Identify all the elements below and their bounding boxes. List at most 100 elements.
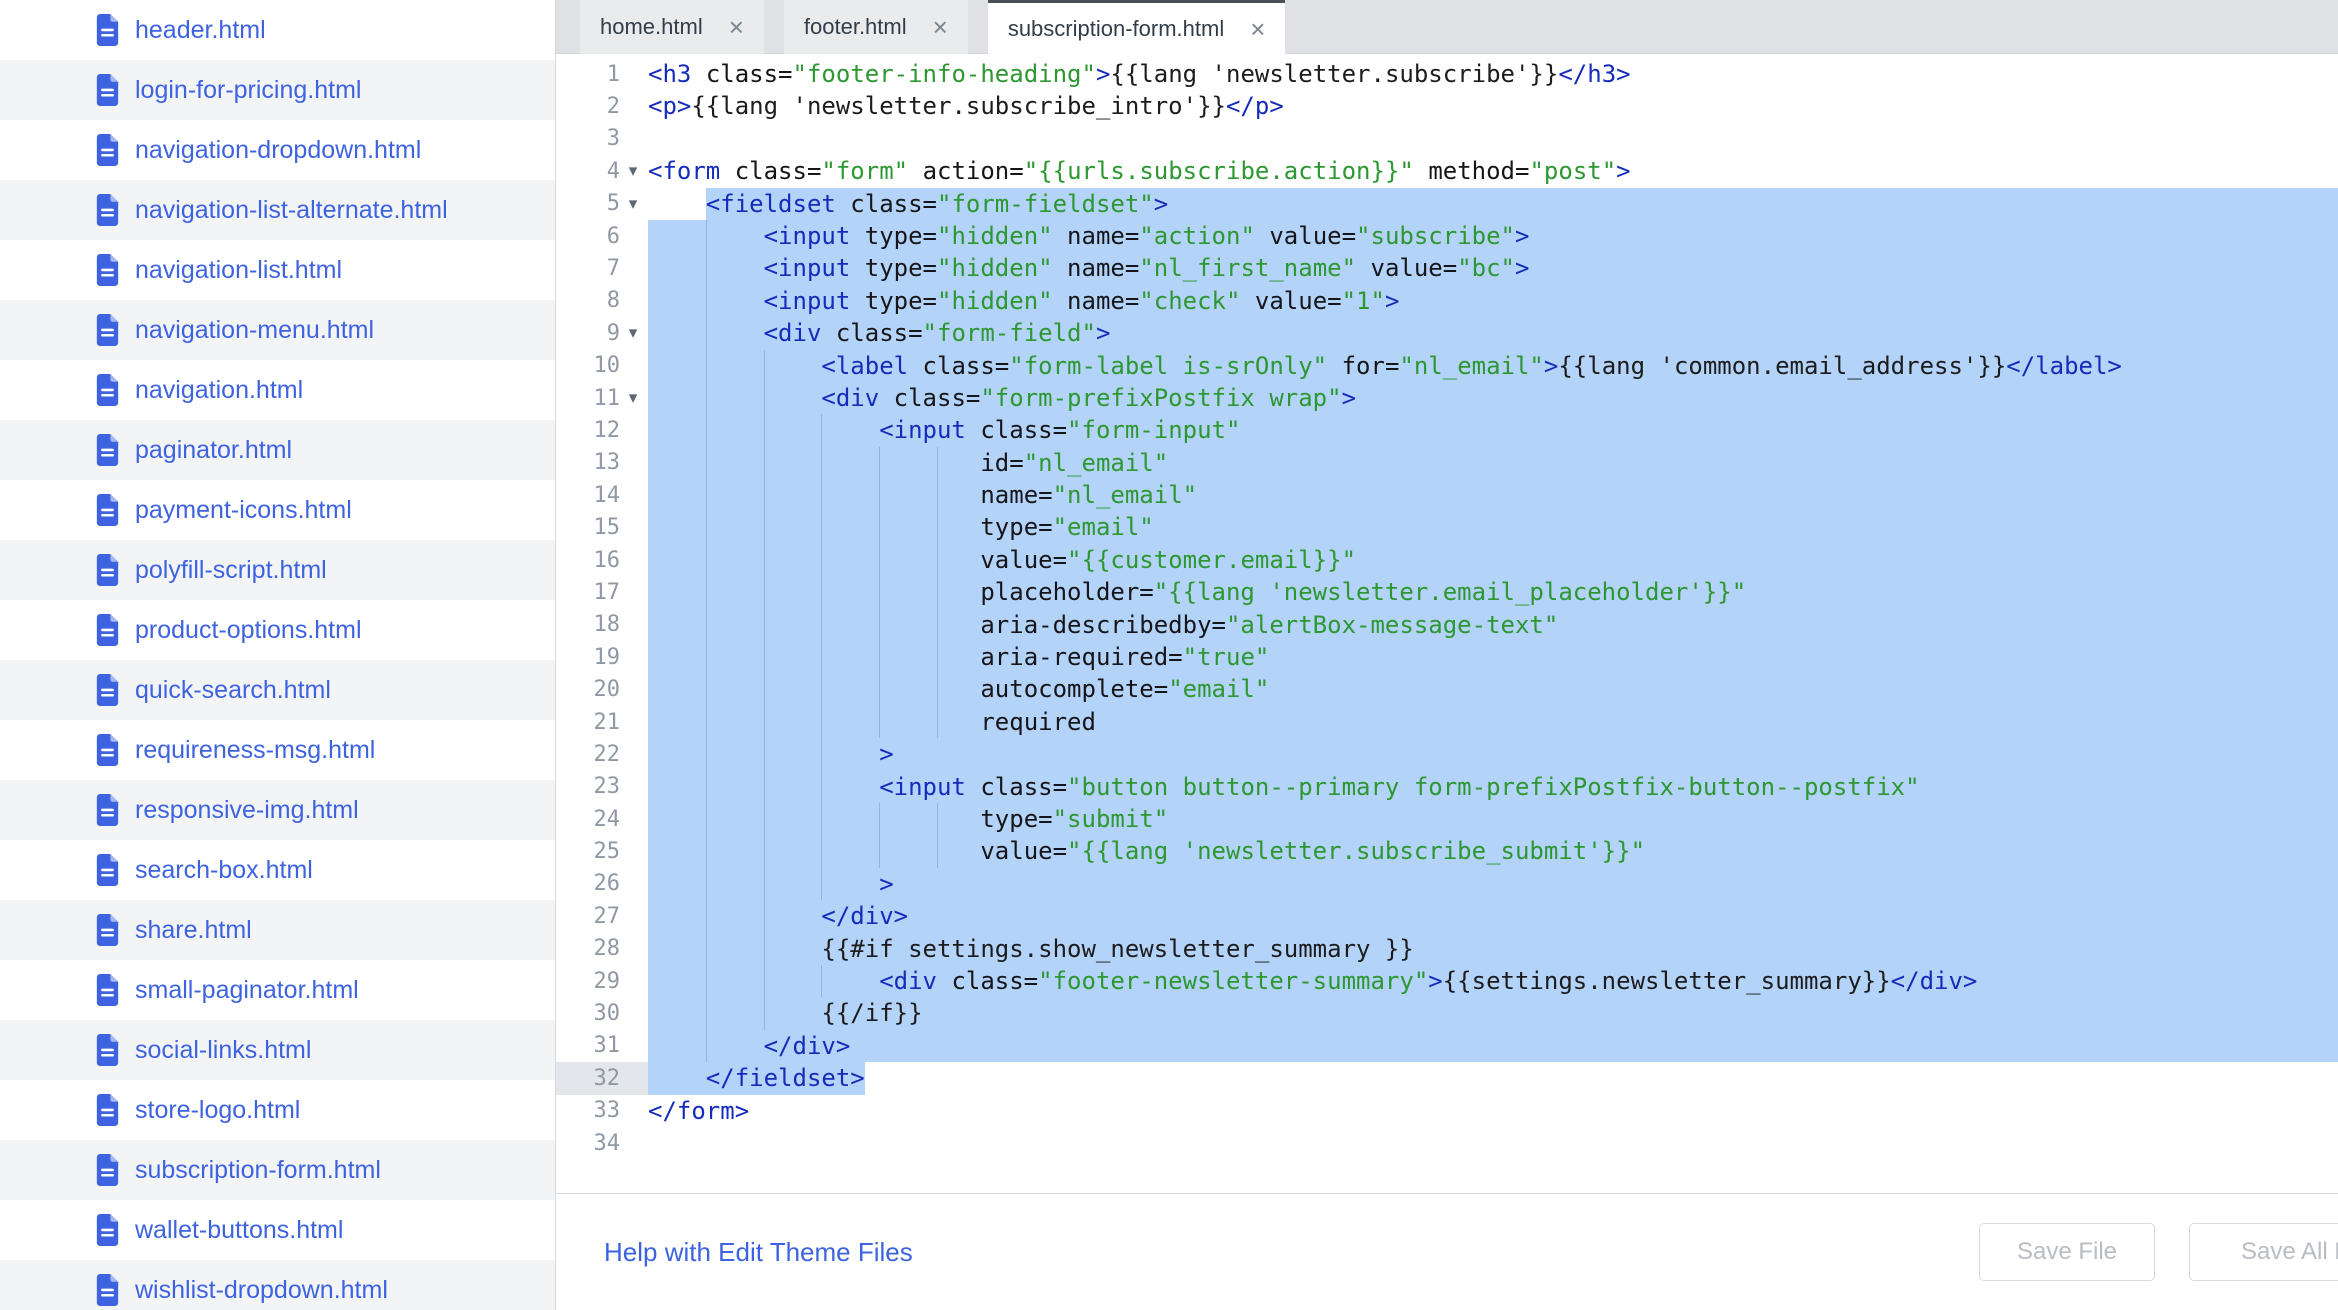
code-line-5[interactable]: <fieldset class="form-fieldset"> xyxy=(648,188,2338,220)
sidebar-file-payment-icons[interactable]: payment-icons.html xyxy=(0,480,555,540)
sidebar-file-login-for-pricing[interactable]: login-for-pricing.html xyxy=(0,60,555,120)
sidebar-file-wishlist-dropdown[interactable]: wishlist-dropdown.html xyxy=(0,1260,555,1310)
code-line-1[interactable]: <h3 class="footer-info-heading">{{lang '… xyxy=(648,58,2338,90)
sidebar-file-wallet-buttons[interactable]: wallet-buttons.html xyxy=(0,1200,555,1260)
code-line-20[interactable]: autocomplete="email" xyxy=(648,673,2338,705)
sidebar-file-quick-search[interactable]: quick-search.html xyxy=(0,660,555,720)
gutter-line-12[interactable]: 12 xyxy=(556,414,648,446)
sidebar-file-navigation-list-alternate[interactable]: navigation-list-alternate.html xyxy=(0,180,555,240)
fold-arrow-icon[interactable]: ▾ xyxy=(620,323,646,343)
gutter-line-3[interactable]: 3 xyxy=(556,123,648,155)
code-line-11[interactable]: <div class="form-prefixPostfix wrap"> xyxy=(648,382,2338,414)
code-line-12[interactable]: <input class="form-input" xyxy=(648,414,2338,446)
code-line-2[interactable]: <p>{{lang 'newsletter.subscribe_intro'}}… xyxy=(648,90,2338,122)
code-line-23[interactable]: <input class="button button--primary for… xyxy=(648,771,2338,803)
gutter-line-17[interactable]: 17 xyxy=(556,576,648,608)
code-line-13[interactable]: id="nl_email" xyxy=(648,447,2338,479)
gutter-line-27[interactable]: 27 xyxy=(556,900,648,932)
code-editor[interactable]: 1234▾5▾6789▾1011▾12131415161718192021222… xyxy=(556,54,2338,1193)
gutter-line-19[interactable]: 19 xyxy=(556,641,648,673)
code-line-30[interactable]: {{/if}} xyxy=(648,997,2338,1029)
tab-subscription-form[interactable]: subscription-form.html× xyxy=(988,0,1286,54)
fold-arrow-icon[interactable]: ▾ xyxy=(620,194,646,214)
gutter-line-26[interactable]: 26 xyxy=(556,868,648,900)
code-line-25[interactable]: value="{{lang 'newsletter.subscribe_subm… xyxy=(648,835,2338,867)
code-line-16[interactable]: value="{{customer.email}}" xyxy=(648,544,2338,576)
gutter-line-9[interactable]: 9▾ xyxy=(556,317,648,349)
gutter-line-33[interactable]: 33 xyxy=(556,1095,648,1127)
gutter-line-16[interactable]: 16 xyxy=(556,544,648,576)
sidebar-file-product-options[interactable]: product-options.html xyxy=(0,600,555,660)
sidebar-file-paginator[interactable]: paginator.html xyxy=(0,420,555,480)
sidebar-file-store-logo[interactable]: store-logo.html xyxy=(0,1080,555,1140)
code-line-29[interactable]: <div class="footer-newsletter-summary">{… xyxy=(648,965,2338,997)
code-line-28[interactable]: {{#if settings.show_newsletter_summary }… xyxy=(648,933,2338,965)
fold-arrow-icon[interactable]: ▾ xyxy=(620,388,646,408)
code-line-14[interactable]: name="nl_email" xyxy=(648,479,2338,511)
gutter-line-18[interactable]: 18 xyxy=(556,609,648,641)
code-line-27[interactable]: </div> xyxy=(648,900,2338,932)
gutter-line-10[interactable]: 10 xyxy=(556,350,648,382)
gutter-line-34[interactable]: 34 xyxy=(556,1127,648,1159)
code-line-18[interactable]: aria-describedby="alertBox-message-text" xyxy=(648,609,2338,641)
tab-close-icon[interactable]: × xyxy=(933,14,948,40)
sidebar-file-navigation-dropdown[interactable]: navigation-dropdown.html xyxy=(0,120,555,180)
code-line-15[interactable]: type="email" xyxy=(648,511,2338,543)
code-line-8[interactable]: <input type="hidden" name="check" value=… xyxy=(648,285,2338,317)
fold-arrow-icon[interactable]: ▾ xyxy=(620,161,646,181)
code-line-19[interactable]: aria-required="true" xyxy=(648,641,2338,673)
save-file-button[interactable]: Save File xyxy=(1979,1223,2155,1281)
gutter-line-8[interactable]: 8 xyxy=(556,285,648,317)
save-all-files-button[interactable]: Save All F xyxy=(2189,1223,2338,1281)
sidebar-file-navigation-list[interactable]: navigation-list.html xyxy=(0,240,555,300)
sidebar-file-requireness-msg[interactable]: requireness-msg.html xyxy=(0,720,555,780)
sidebar-file-header[interactable]: header.html xyxy=(0,0,555,60)
tab-home[interactable]: home.html× xyxy=(580,0,764,54)
code-line-32[interactable]: </fieldset> xyxy=(648,1062,2338,1094)
code-line-33[interactable]: </form> xyxy=(648,1095,2338,1127)
code-line-6[interactable]: <input type="hidden" name="action" value… xyxy=(648,220,2338,252)
code-line-4[interactable]: <form class="form" action="{{urls.subscr… xyxy=(648,155,2338,187)
sidebar-file-polyfill-script[interactable]: polyfill-script.html xyxy=(0,540,555,600)
gutter-line-14[interactable]: 14 xyxy=(556,479,648,511)
gutter-line-32[interactable]: 32 xyxy=(556,1062,648,1094)
sidebar-file-share[interactable]: share.html xyxy=(0,900,555,960)
gutter-line-1[interactable]: 1 xyxy=(556,58,648,90)
tab-close-icon[interactable]: × xyxy=(1250,16,1265,42)
code-line-7[interactable]: <input type="hidden" name="nl_first_name… xyxy=(648,252,2338,284)
gutter-line-20[interactable]: 20 xyxy=(556,673,648,705)
gutter-line-6[interactable]: 6 xyxy=(556,220,648,252)
code-line-10[interactable]: <label class="form-label is-srOnly" for=… xyxy=(648,350,2338,382)
sidebar-file-search-box[interactable]: search-box.html xyxy=(0,840,555,900)
code-line-34[interactable] xyxy=(648,1127,2338,1159)
gutter-line-5[interactable]: 5▾ xyxy=(556,188,648,220)
tab-close-icon[interactable]: × xyxy=(729,14,744,40)
gutter-line-21[interactable]: 21 xyxy=(556,706,648,738)
sidebar-file-responsive-img[interactable]: responsive-img.html xyxy=(0,780,555,840)
gutter-line-4[interactable]: 4▾ xyxy=(556,155,648,187)
code-area[interactable]: <h3 class="footer-info-heading">{{lang '… xyxy=(648,54,2338,1193)
gutter-line-22[interactable]: 22 xyxy=(556,738,648,770)
gutter-line-29[interactable]: 29 xyxy=(556,965,648,997)
sidebar-file-subscription-form[interactable]: subscription-form.html xyxy=(0,1140,555,1200)
code-line-3[interactable] xyxy=(648,123,2338,155)
gutter-line-28[interactable]: 28 xyxy=(556,933,648,965)
sidebar-file-social-links[interactable]: social-links.html xyxy=(0,1020,555,1080)
code-line-31[interactable]: </div> xyxy=(648,1030,2338,1062)
gutter-line-31[interactable]: 31 xyxy=(556,1030,648,1062)
code-line-26[interactable]: > xyxy=(648,868,2338,900)
gutter-line-23[interactable]: 23 xyxy=(556,771,648,803)
code-line-24[interactable]: type="submit" xyxy=(648,803,2338,835)
code-line-21[interactable]: required xyxy=(648,706,2338,738)
sidebar-file-navigation[interactable]: navigation.html xyxy=(0,360,555,420)
sidebar-file-small-paginator[interactable]: small-paginator.html xyxy=(0,960,555,1020)
gutter-line-7[interactable]: 7 xyxy=(556,252,648,284)
tab-footer[interactable]: footer.html× xyxy=(784,0,968,54)
code-line-17[interactable]: placeholder="{{lang 'newsletter.email_pl… xyxy=(648,576,2338,608)
gutter-line-30[interactable]: 30 xyxy=(556,997,648,1029)
gutter-line-11[interactable]: 11▾ xyxy=(556,382,648,414)
code-line-22[interactable]: > xyxy=(648,738,2338,770)
gutter-line-13[interactable]: 13 xyxy=(556,447,648,479)
code-line-9[interactable]: <div class="form-field"> xyxy=(648,317,2338,349)
gutter-line-24[interactable]: 24 xyxy=(556,803,648,835)
